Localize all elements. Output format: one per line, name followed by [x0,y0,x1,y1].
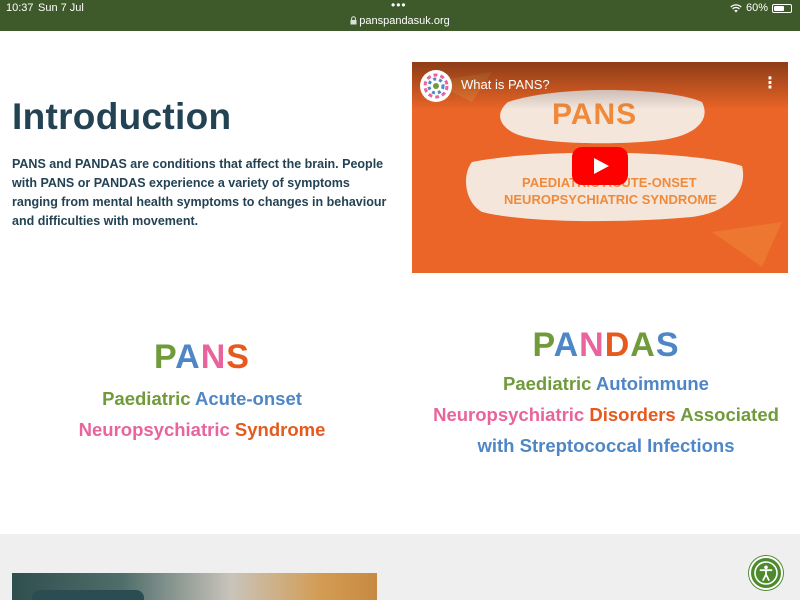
intro-heading: Introduction [12,96,232,137]
pandas-acronym-block: PANDAS Paediatric Autoimmune Neuropsychi… [412,326,800,461]
pans-word: Paediatric [102,388,191,409]
pans-word: Syndrome [234,419,326,440]
pandas-line-2: Neuropsychiatric Disorders Associated [412,399,800,430]
pandas-word: Infections [647,435,735,456]
acronym-letter: A [175,338,201,376]
wifi-icon [730,3,742,12]
accessibility-icon[interactable] [749,556,783,590]
pans-acronym-title: PANS [12,338,392,377]
battery-level [774,5,784,11]
acronym-letter: P [532,326,554,364]
video-player[interactable]: PANS PAEDIATRIC ACUTE-ONSET NEUROPSYCHIA… [412,62,788,273]
pans-word: Neuropsychiatric [78,419,230,440]
pans-line-2: Neuropsychiatric Syndrome [12,414,392,445]
acronym-letter: D [604,326,631,364]
video-title[interactable]: What is PANS? [461,77,550,92]
status-time: 10:37 [6,2,34,14]
acronym-letter: S [655,326,680,364]
battery-icon [772,3,792,13]
acronym-letter: P [154,338,176,376]
pans-acronym-block: PANS Paediatric Acute-onset Neuropsychia… [12,338,392,445]
status-date: Sun 7 Jul [38,2,84,14]
channel-logo-icon[interactable] [420,70,452,102]
pans-line-1: Paediatric Acute-onset [12,383,392,414]
pandas-word: Associated [680,404,779,425]
acronym-letter: A [553,326,580,364]
acronym-letter: S [226,338,250,376]
browser-top-bar: 10:37 Sun 7 Jul ••• 60% panspandasuk.org [0,0,800,31]
pandas-line-1: Paediatric Autoimmune [412,368,800,399]
pans-word: Acute-onset [195,388,302,409]
address-bar[interactable]: panspandasuk.org [0,15,800,27]
url-text: panspandasuk.org [359,15,450,27]
pandas-line-3: with Streptococcal Infections [412,430,800,461]
intro-paragraph: PANS and PANDAS are conditions that affe… [12,157,387,228]
acronym-letter: A [630,326,656,364]
pandas-word: Disorders [589,404,676,425]
pandas-acronym-title: PANDAS [412,326,800,365]
multitasking-dots-icon[interactable]: ••• [391,0,407,11]
pandas-word: Paediatric [503,373,592,394]
section-photo [12,573,377,600]
battery-percent: 60% [745,2,768,14]
pandas-word: Autoimmune [595,373,709,394]
more-vertical-icon[interactable]: ⋮ [762,76,778,92]
acronym-letter: N [579,326,605,364]
pandas-word: Streptococcal [519,435,642,456]
lock-icon [350,16,357,25]
pandas-word: Neuropsychiatric [433,404,585,425]
status-indicators: 60% [730,2,792,14]
photo-caption-tab [32,590,144,600]
video-overlay-line2: NEUROPSYCHIATRIC SYNDROME [504,192,717,207]
pandas-word: with [477,435,515,456]
play-icon[interactable] [572,147,628,185]
acronym-letter: N [200,338,227,376]
